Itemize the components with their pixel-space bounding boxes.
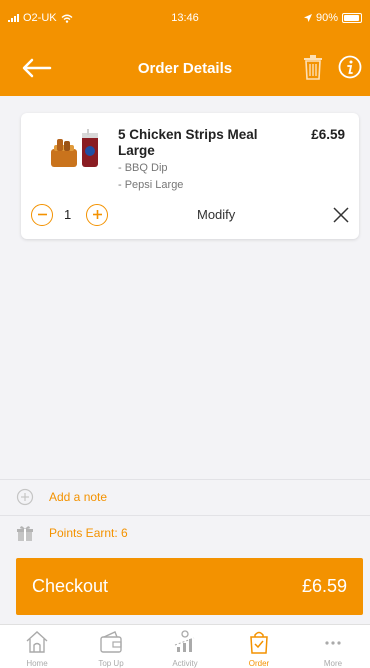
add-circle-icon xyxy=(16,488,34,506)
tab-activity[interactable]: Activity xyxy=(148,625,222,668)
battery-percent: 90% xyxy=(315,12,338,24)
status-right: 90% xyxy=(303,12,362,24)
tab-label: Top Up xyxy=(98,659,124,668)
tab-label: Order xyxy=(248,659,270,668)
bag-icon xyxy=(250,631,268,654)
nav-bar: Order Details xyxy=(0,46,370,90)
more-icon xyxy=(325,641,341,645)
plus-icon xyxy=(92,210,102,219)
item-price: £6.59 xyxy=(311,127,345,142)
header: O2-UK 13:46 90% Order Details xyxy=(0,0,370,96)
quantity-value: 1 xyxy=(64,207,72,222)
add-note-label: Add a note xyxy=(49,490,108,504)
gift-icon xyxy=(17,526,33,541)
quantity-row: 1 Modify xyxy=(31,204,351,228)
tab-top-up[interactable]: Top Up xyxy=(74,625,148,668)
checkout-total: £6.59 xyxy=(301,576,347,596)
tab-more[interactable]: More xyxy=(296,625,370,668)
increase-quantity-button[interactable] xyxy=(86,204,108,226)
battery-icon xyxy=(342,13,362,23)
order-item-card: 5 Chicken Strips Meal Large £6.59 - BBQ … xyxy=(21,113,359,239)
modifier-text: - BBQ Dip xyxy=(118,162,168,174)
location-arrow-icon xyxy=(303,14,312,22)
info-icon[interactable] xyxy=(338,55,362,79)
trash-icon[interactable] xyxy=(302,54,324,80)
checkout-button[interactable]: Checkout £6.59 xyxy=(16,558,363,615)
add-note-row[interactable]: Add a note xyxy=(0,479,370,515)
tab-label: Activity xyxy=(172,659,198,668)
points-row: Points Earnt: 6 xyxy=(0,515,370,551)
meal-image xyxy=(51,129,98,167)
activity-icon xyxy=(174,630,195,652)
item-name: 5 Chicken Strips Meal Large xyxy=(118,127,258,158)
modify-button[interactable]: Modify xyxy=(197,207,235,222)
minus-icon xyxy=(37,213,47,216)
wallet-icon xyxy=(100,631,122,653)
modifier-text: - Pepsi Large xyxy=(118,179,184,191)
points-earnt-label: Points Earnt: 6 xyxy=(49,526,128,540)
close-icon[interactable] xyxy=(331,205,351,225)
status-bar: O2-UK 13:46 90% xyxy=(0,0,370,30)
tab-home[interactable]: Home xyxy=(0,625,74,668)
tab-order[interactable]: Order xyxy=(222,625,296,668)
tab-bar: Home Top Up Activity Order More xyxy=(0,624,370,668)
tab-label: More xyxy=(323,659,343,668)
home-icon xyxy=(26,631,48,653)
tab-label: Home xyxy=(26,659,48,668)
decrease-quantity-button[interactable] xyxy=(31,204,53,226)
checkout-label: Checkout xyxy=(32,576,109,596)
